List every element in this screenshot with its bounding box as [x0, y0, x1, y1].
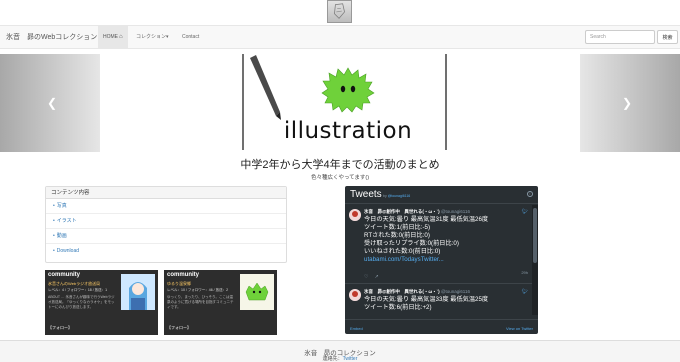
- tweet-text: 今日の天気:曇り 最高気温31度 最低気温26度 ツイート数:1(前日比:-5)…: [364, 216, 488, 264]
- nav-contact-link[interactable]: Contact: [177, 26, 204, 48]
- footer-contact: 連絡先：Twitter: [0, 355, 680, 362]
- bullet-icon: •: [53, 218, 55, 224]
- tweet-timestamp[interactable]: 29h: [521, 270, 528, 275]
- bullet-icon: •: [53, 203, 55, 209]
- tweet-user-handle: @tounagi6116: [440, 209, 470, 214]
- community-card-radio[interactable]: community 氷音さんのWebラジオ放送局 レベル：4 / フォロワー：1…: [45, 270, 158, 335]
- tweets-embed-link[interactable]: Embed: [350, 326, 363, 331]
- nav-collection-dropdown[interactable]: コレクション▾: [131, 26, 174, 48]
- community-card-description: ゆっくり、まったり、ひっそり。ここは温泉のように寛げる場所を目指すコミュニティで…: [167, 295, 234, 309]
- nav-home-label: HOME: [103, 34, 118, 40]
- share-icon[interactable]: ↗: [374, 274, 378, 280]
- bullet-icon: •: [53, 233, 55, 239]
- contents-panel-heading: コンテンツ内容: [46, 187, 286, 199]
- contents-item-photo[interactable]: • 写真: [46, 199, 286, 214]
- tweet-actions: ♡ ↗: [364, 274, 385, 280]
- community-card-image: [121, 274, 155, 310]
- nav-home-link[interactable]: HOME⌂: [98, 26, 128, 48]
- tweets-by-line: by @tounagi6116: [383, 194, 410, 198]
- tweet-text-line: 今日の天気:曇り 最高気温31度 最低気温26度: [364, 216, 489, 223]
- page: 氷音 昴のWebコレクション HOME⌂ コレクション▾ Contact 検索 …: [0, 0, 680, 362]
- community-card-name[interactable]: 氷音さんのWebラジオ放送局: [48, 281, 100, 287]
- twitter-bird-icon: 🐦︎: [521, 289, 528, 295]
- twitter-bird-icon: 🐦︎: [521, 209, 528, 215]
- info-icon[interactable]: i: [527, 191, 533, 197]
- contents-item-video[interactable]: • 動画: [46, 229, 286, 244]
- community-card-title: community: [167, 272, 200, 278]
- tweets-by-prefix: by: [383, 194, 387, 198]
- tweet-user-handle: @tounagi6116: [440, 289, 470, 294]
- tweet-text-line: ツイート数:1(前日比:-5): [364, 224, 431, 231]
- hero-carousel: ❮ ❯ illustration: [0, 54, 680, 152]
- tweet-user-name[interactable]: 氷音 昴@創作中 異世れる(・ω・`): [364, 289, 440, 294]
- tweets-header: Tweets by @tounagi6116 i: [345, 186, 538, 204]
- footer-contact-label: 連絡先：: [322, 356, 343, 362]
- site-brand[interactable]: 氷音 昴のWebコレクション: [6, 32, 97, 42]
- view-on-twitter-link[interactable]: View on Twitter: [506, 326, 533, 331]
- hero-caption: 中学2年から大学4年までの活動のまとめ: [240, 159, 440, 171]
- tweet-avatar[interactable]: [349, 209, 361, 221]
- home-icon: ⌂: [119, 34, 123, 40]
- tweet-item[interactable]: 氷音 昴@創作中 異世れる(・ω・`) @tounagi6116 🐦︎ 今日の天…: [345, 284, 538, 320]
- bullet-icon: •: [53, 248, 55, 254]
- slide-title: illustration: [283, 118, 413, 144]
- chevron-left-icon[interactable]: ❮: [47, 96, 57, 110]
- tweet-user-name[interactable]: 氷音 昴@創作中 異世れる(・ω・`): [364, 209, 440, 214]
- community-card-stats: レベル：4 / フォロワー：18 / 放送：1: [48, 288, 108, 292]
- tweet-link[interactable]: utabami.com/TodaysTwitter...: [364, 256, 488, 264]
- community-card-name[interactable]: ゆるり温泉郷: [167, 281, 191, 287]
- tweet-text-line: 今日の天気:曇り 最高気温33度 最低気温25度: [364, 296, 489, 303]
- contents-item-label: 動画: [56, 233, 67, 239]
- tweet-text-line: ツイート数:6(前日比:+2): [364, 304, 432, 311]
- tweet-user-line: 氷音 昴@創作中 異世れる(・ω・`) @tounagi6116: [364, 289, 470, 295]
- contents-item-label: Download: [56, 248, 80, 254]
- footer-twitter-link[interactable]: Twitter: [343, 356, 358, 362]
- search-input[interactable]: [585, 30, 655, 44]
- community-card-title: community: [48, 272, 81, 278]
- tweets-scroll-thumb[interactable]: [533, 208, 537, 263]
- contents-item-download[interactable]: • Download: [46, 244, 286, 259]
- site-avatar-image: [327, 0, 352, 23]
- community-card-stats: レベル：10 / フォロワー：46 / 放送：2: [167, 288, 229, 292]
- top-navbar: 氷音 昴のWebコレクション HOME⌂ コレクション▾ Contact 検索: [0, 25, 680, 49]
- community-card-onsen[interactable]: community ゆるり温泉郷 レベル：10 / フォロワー：46 / 放送：…: [164, 270, 277, 335]
- tweet-text-line: RTされた数:0(前日比:0): [364, 232, 430, 239]
- community-follow-button[interactable]: 【フォロー】: [48, 325, 72, 331]
- avatar-sketch-icon: [334, 3, 345, 19]
- search-button[interactable]: 検索: [657, 30, 678, 44]
- tweet-text-line: いいねされた数:0(前日比:0): [364, 248, 441, 255]
- community-card-image: [240, 274, 274, 310]
- contents-item-label: 写真: [56, 203, 67, 209]
- contents-item-label: イラスト: [56, 218, 77, 224]
- hero-subcaption: 色々種広くやってます(): [310, 175, 370, 181]
- community-follow-button[interactable]: 【フォロー】: [167, 325, 191, 331]
- tweet-text: 今日の天気:曇り 最高気温33度 最低気温25度 ツイート数:6(前日比:+2): [364, 296, 488, 312]
- tweet-text-line: 受け取ったリプライ数:0(前日比:0): [364, 240, 459, 247]
- tweets-by-handle[interactable]: @tounagi6116: [388, 194, 411, 198]
- contents-item-illustration[interactable]: • イラスト: [46, 214, 286, 229]
- tweets-footer: Embed View on Twitter: [345, 322, 538, 334]
- heart-icon[interactable]: ♡: [364, 274, 368, 280]
- contents-panel: コンテンツ内容 • 写真 • イラスト • 動画 • Download: [45, 186, 287, 263]
- tweet-user-line: 氷音 昴@創作中 異世れる(・ω・`) @tounagi6116: [364, 209, 470, 215]
- site-footer: 氷音 昴のコレクション 連絡先：Twitter: [0, 340, 680, 362]
- twitter-timeline-widget: Tweets by @tounagi6116 i 氷音 昴@創作中 異世れる(・…: [345, 186, 538, 334]
- tweets-title: Tweets: [350, 189, 382, 200]
- community-card-description: ABOUT … 氷音さんが趣味で行うWebラジオ放送局。「ゆっくりなカラオケ」を…: [48, 295, 115, 309]
- tweet-item[interactable]: 氷音 昴@創作中 異世れる(・ω・`) @tounagi6116 🐦︎ 今日の天…: [345, 204, 538, 284]
- chevron-right-icon[interactable]: ❯: [622, 96, 632, 110]
- tweet-avatar[interactable]: [349, 289, 361, 301]
